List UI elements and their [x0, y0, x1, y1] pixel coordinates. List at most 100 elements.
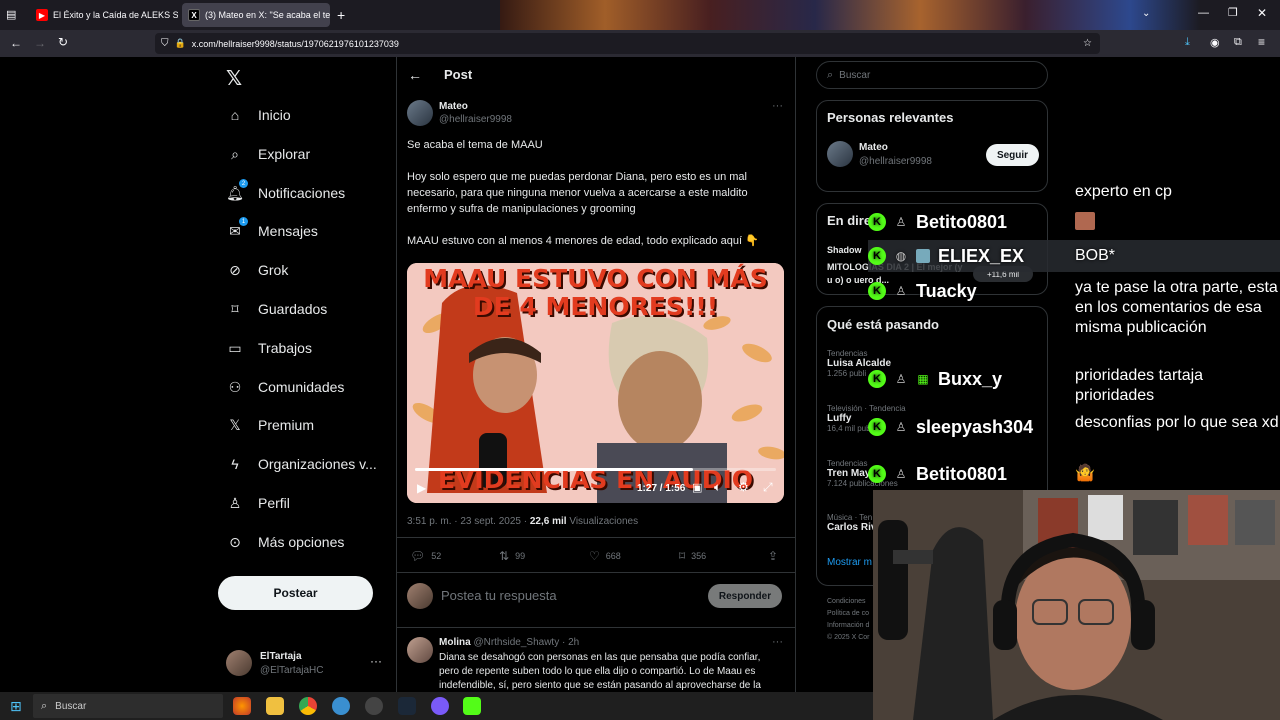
windows-start-icon[interactable]: ⊞ — [10, 698, 22, 715]
nav-item-trabajos[interactable]: ▭ Trabajos — [226, 336, 312, 360]
obs-icon[interactable] — [365, 697, 383, 715]
bookmark-action[interactable]: ⌑ 356 — [679, 549, 706, 563]
menu-icon[interactable]: ≡ — [1258, 35, 1265, 49]
more-icon[interactable]: ··· — [772, 100, 783, 112]
firefox-icon[interactable] — [233, 697, 251, 715]
relevant-name[interactable]: Mateo — [859, 142, 888, 153]
account-switcher[interactable]: ElTartaja @ElTartajaHC ··· — [226, 650, 388, 678]
tab-x-post[interactable]: X (3) Mateo en X: "Se acaba el te.. ✕ — [182, 3, 330, 27]
show-more-link[interactable]: Mostrar m — [827, 557, 872, 568]
follow-button[interactable]: Seguir — [986, 144, 1039, 166]
divider — [396, 572, 796, 573]
relevant-handle[interactable]: @hellraiser9998 — [859, 156, 932, 167]
share-action[interactable]: ⇪ — [768, 549, 784, 563]
reply-author[interactable]: Molina — [439, 637, 471, 648]
reply-input[interactable]: Postea tu respuesta — [441, 588, 691, 603]
avatar[interactable] — [407, 637, 433, 663]
fullscreen-icon[interactable]: ⤢ — [763, 480, 773, 495]
tab-youtube[interactable]: ▶ El Éxito y la Caída de ALEKS SY.. ✕ — [30, 3, 178, 27]
settings-gear-icon[interactable]: ⚙ — [738, 480, 749, 494]
shield-icon[interactable]: ⛉ — [161, 38, 169, 49]
person-icon: ♙ — [895, 420, 907, 434]
extensions-icon[interactable]: ⧉ — [1234, 36, 1242, 49]
tab-list-icon[interactable]: ▤ — [6, 8, 16, 21]
video-progress-bar[interactable] — [415, 468, 776, 471]
chat-username: Betito0801 — [916, 463, 1008, 484]
chat-user: K ◍ ELIEX_EX — [868, 244, 1024, 268]
play-icon[interactable]: ▶ — [417, 481, 426, 495]
x-logo-icon[interactable]: 𝕏 — [226, 66, 242, 91]
captions-icon[interactable]: ▣ — [692, 481, 702, 494]
window-close-icon[interactable]: ✕ — [1257, 6, 1267, 20]
nav-item-premium[interactable]: 𝕏 Premium — [226, 413, 314, 437]
more-icon[interactable]: ··· — [370, 654, 382, 668]
nav-item-explorar[interactable]: ⌕ Explorar — [226, 142, 310, 166]
account-icon[interactable]: ◉ — [1210, 36, 1220, 49]
back-icon[interactable]: ← — [10, 36, 22, 50]
nav-item-comunidades[interactable]: ⚇ Comunidades — [226, 375, 345, 399]
nav-item-perfil[interactable]: ♙ Perfil — [226, 491, 290, 515]
chrome-icon[interactable] — [299, 697, 317, 715]
nav-item-mas-opciones[interactable]: ⊙ Más opciones — [226, 530, 344, 554]
author-handle[interactable]: @hellraiser9998 — [439, 114, 512, 125]
chevron-down-icon[interactable]: ⌄ — [1142, 8, 1150, 19]
share-icon: ⇪ — [768, 549, 779, 563]
reload-icon[interactable]: ↻ — [58, 35, 68, 49]
nav-label: Mensajes — [258, 223, 318, 239]
nav-label: Perfil — [258, 495, 290, 511]
video-caption-top: MAAU ESTUVO CON MÁS DE 4 MENORES!!! — [423, 264, 768, 321]
lock-icon[interactable]: 🔒 — [175, 38, 186, 49]
live-channel[interactable]: Shadow — [827, 245, 862, 255]
folder-icon[interactable] — [266, 697, 284, 715]
like-action[interactable]: ♡ 668 — [589, 549, 621, 563]
steam-icon[interactable] — [398, 697, 416, 715]
search-box[interactable]: ⌕ Buscar — [816, 61, 1048, 89]
nav-item-inicio[interactable]: ⌂ Inicio — [226, 103, 291, 127]
chat-user: K ♙ Betito0801 — [868, 210, 1007, 234]
grok-icon: ⊘ — [229, 261, 241, 278]
kick-app-icon[interactable] — [463, 697, 481, 715]
repost-action[interactable]: ⇅ 99 — [499, 549, 525, 563]
taskbar-search-input[interactable]: Buscar — [55, 701, 86, 712]
post-button[interactable]: Postear — [218, 576, 373, 610]
url-text[interactable]: x.com/hellraiser9998/status/197062197610… — [192, 39, 399, 49]
back-arrow-icon[interactable]: ← — [408, 67, 422, 83]
minimize-icon[interactable]: — — [1198, 7, 1209, 19]
address-bar[interactable]: ⛉ 🔒 x.com/hellraiser9998/status/19706219… — [155, 33, 1100, 54]
download-icon[interactable]: ⤓ — [1185, 36, 1190, 49]
new-tab-icon[interactable]: + — [337, 7, 345, 23]
app-icon[interactable] — [332, 697, 350, 715]
reply-action[interactable]: 💬︎ 52 — [410, 549, 441, 563]
bookmark-icon: ⌑ — [231, 300, 239, 317]
more-icon[interactable]: ··· — [772, 636, 783, 648]
reply-submit-button[interactable]: Responder — [708, 584, 782, 608]
bookmark-star-icon[interactable]: ☆ — [1083, 38, 1092, 49]
reply-handle[interactable]: @Nrthside_Shawty · 2h — [473, 637, 579, 648]
gift-icon: ▦ — [917, 372, 929, 386]
maximize-icon[interactable]: ❐ — [1228, 6, 1238, 19]
person-icon: ♙ — [895, 467, 907, 481]
reply-count: 52 — [431, 551, 442, 561]
footer-link[interactable]: Información d — [827, 620, 870, 632]
x-logo-icon: 𝕏 — [229, 416, 241, 433]
divider — [396, 627, 796, 628]
search-input[interactable]: Buscar — [839, 70, 870, 81]
footer-link[interactable]: Condiciones — [827, 596, 870, 608]
video-player[interactable]: MAAU ESTUVO CON MÁS DE 4 MENORES!!! EVID… — [407, 263, 784, 503]
avatar[interactable] — [407, 100, 433, 126]
nav-item-notificaciones[interactable]: 🔔︎ 2 Notificaciones — [226, 179, 345, 205]
divider — [396, 537, 796, 538]
nav-item-grok[interactable]: ⊘ Grok — [226, 258, 288, 282]
forward-icon[interactable]: → — [34, 36, 46, 50]
author-name[interactable]: Mateo — [439, 101, 468, 112]
discord-icon[interactable] — [431, 697, 449, 715]
nav-item-organizaciones[interactable]: ϟ Organizaciones v... — [226, 452, 377, 476]
nav-item-guardados[interactable]: ⌑ Guardados — [226, 297, 327, 321]
nav-label: Inicio — [258, 107, 291, 123]
chat-message: BOB* — [1075, 247, 1116, 264]
footer-link[interactable]: Política de co — [827, 608, 870, 620]
avatar[interactable] — [827, 141, 853, 167]
taskbar-search[interactable]: ⌕ Buscar — [33, 694, 223, 718]
volume-icon[interactable]: 🔈︎ — [714, 480, 721, 495]
nav-item-mensajes[interactable]: ✉ 1 Mensajes — [226, 217, 318, 243]
